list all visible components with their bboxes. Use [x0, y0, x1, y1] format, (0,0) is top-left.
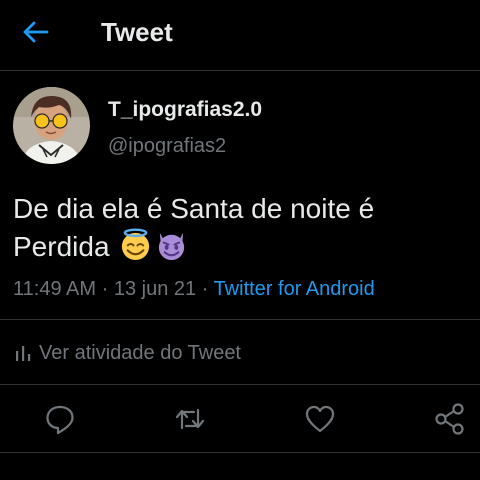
- reply-button[interactable]: [43, 402, 77, 436]
- smiling-face-with-halo-icon: [122, 228, 150, 261]
- tweet-text: De dia ela é Santa de noite é Perdida: [13, 190, 463, 265]
- heart-icon: [305, 405, 335, 433]
- tweet-time: 11:49 AM: [13, 278, 97, 300]
- meta-separator: ·: [201, 278, 209, 300]
- view-tweet-activity-link[interactable]: Ver atividade do Tweet: [15, 339, 241, 367]
- smiling-face-with-horns-icon: [159, 232, 185, 261]
- like-button[interactable]: [303, 402, 337, 436]
- back-button[interactable]: [20, 16, 52, 48]
- author-handle[interactable]: @ipografias2: [108, 132, 226, 160]
- retweet-button[interactable]: [173, 402, 207, 436]
- tweet-text-line2: Perdida: [13, 231, 110, 262]
- share-icon: [435, 403, 464, 435]
- avatar-image: [13, 87, 90, 164]
- tweet-text-line1: De dia ela é Santa de noite é: [13, 193, 375, 224]
- meta-divider: [0, 319, 480, 320]
- tweet-date: 13 jun 21: [113, 278, 197, 300]
- avatar[interactable]: [13, 87, 90, 164]
- activity-divider: [0, 384, 480, 385]
- meta-separator: ·: [101, 278, 109, 300]
- tweet-source-link[interactable]: Twitter for Android: [214, 278, 375, 300]
- page-title: Tweet: [101, 17, 173, 47]
- top-bar: Tweet: [0, 0, 480, 70]
- tweet-meta: 11:49 AM · 13 jun 21 · Twitter for Andro…: [13, 275, 375, 303]
- view-tweet-activity-label: Ver atividade do Tweet: [39, 342, 241, 364]
- retweet-icon: [175, 408, 205, 430]
- bar-chart-icon: [16, 346, 31, 361]
- reply-icon: [46, 405, 74, 435]
- actions-divider: [0, 452, 480, 453]
- tweet-detail-screen: Tweet T_ipografias2.0 @ipografias2 De di…: [0, 0, 480, 480]
- share-button[interactable]: [433, 402, 467, 436]
- author-display-name[interactable]: T_ipografias2.0: [108, 96, 262, 124]
- arrow-left-icon: [23, 21, 49, 43]
- header-divider: [0, 70, 480, 71]
